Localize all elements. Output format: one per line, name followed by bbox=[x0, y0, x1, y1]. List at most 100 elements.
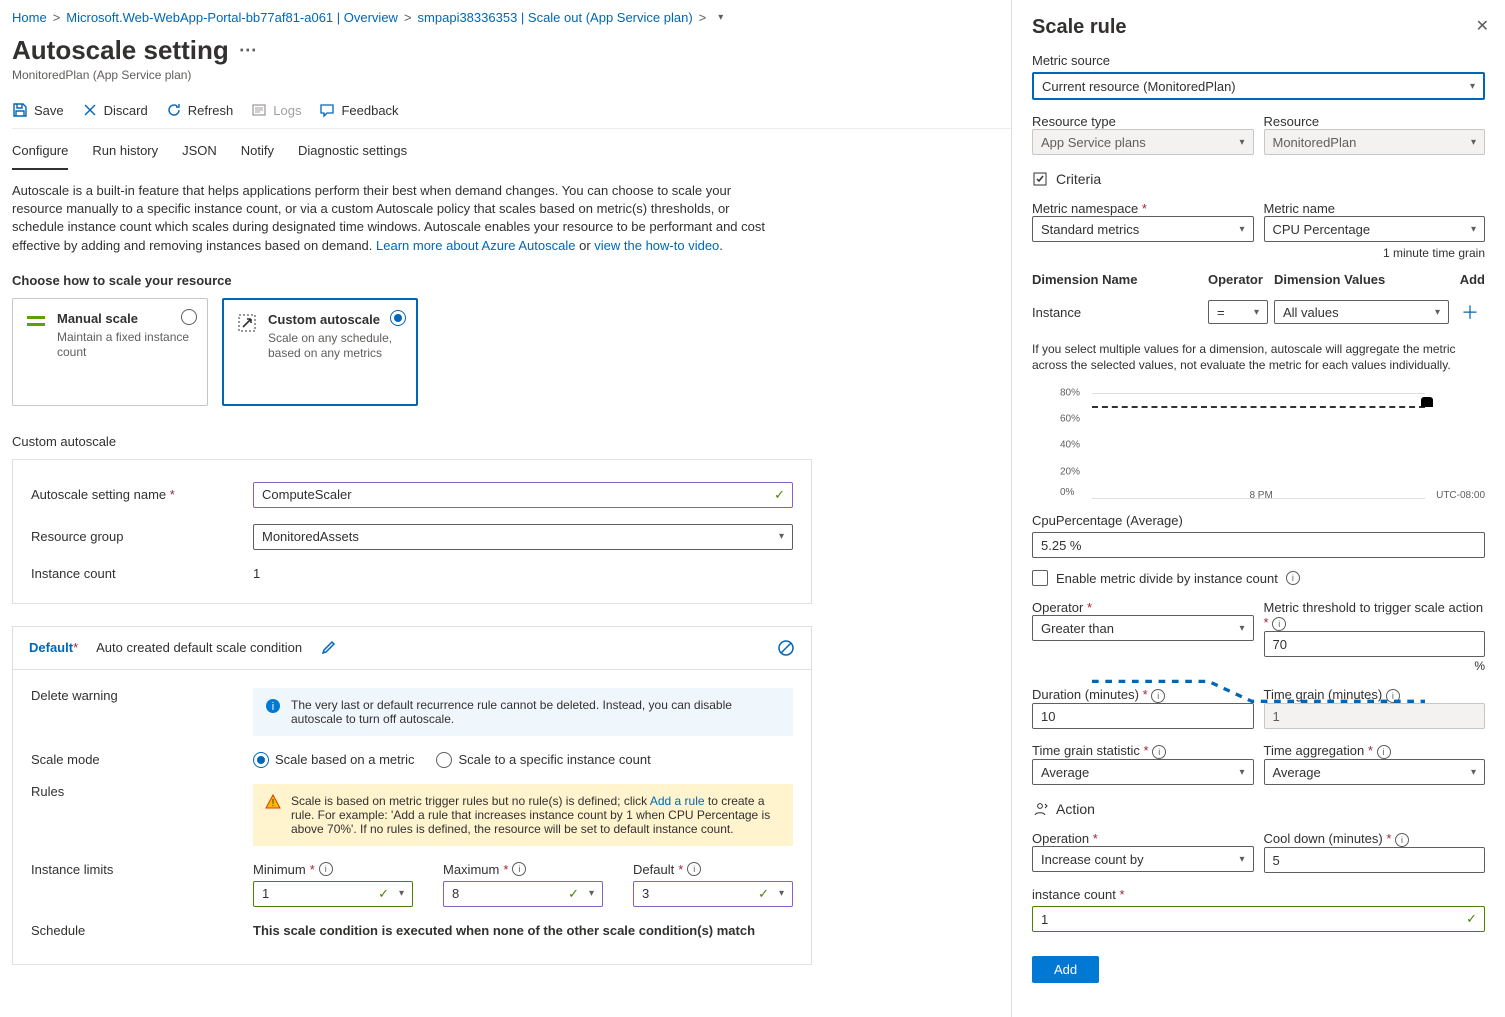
resource-select: MonitoredPlan▾ bbox=[1264, 129, 1486, 155]
metric-source-label: Metric source bbox=[1032, 53, 1485, 68]
refresh-icon bbox=[166, 102, 182, 118]
autoscale-name-label: Autoscale setting name bbox=[31, 487, 166, 502]
default-input[interactable]: 3▾ bbox=[633, 881, 793, 907]
add-dimension-button[interactable]: ＋ bbox=[1455, 299, 1485, 325]
tgs-info-icon[interactable]: i bbox=[1152, 745, 1166, 759]
valid-check-icon: ✓ bbox=[1466, 911, 1477, 927]
logs-button: Logs bbox=[251, 102, 301, 118]
custom-autoscale-radio[interactable] bbox=[390, 310, 406, 326]
info-icon: i bbox=[265, 698, 281, 714]
action-icon bbox=[1032, 801, 1048, 817]
scale-mode-count-radio[interactable]: Scale to a specific instance count bbox=[436, 752, 650, 768]
time-aggregation-select[interactable]: Average▾ bbox=[1264, 759, 1486, 785]
dimension-note: If you select multiple values for a dime… bbox=[1032, 341, 1485, 373]
tab-notify[interactable]: Notify bbox=[241, 139, 274, 170]
chevron-down-icon: ▾ bbox=[779, 531, 784, 542]
instance-count-label: Instance count bbox=[31, 566, 253, 581]
cooldown-info-icon[interactable]: i bbox=[1395, 833, 1409, 847]
disable-condition-icon[interactable] bbox=[777, 639, 795, 657]
dim-operator-header: Operator bbox=[1208, 272, 1268, 287]
resource-type-label: Resource type bbox=[1032, 114, 1116, 129]
more-actions-icon[interactable]: ⋯ bbox=[239, 40, 257, 61]
min-input[interactable]: 1▾ bbox=[253, 881, 413, 907]
autoscale-description: Autoscale is a built-in feature that hel… bbox=[12, 170, 772, 263]
ta-info-icon[interactable]: i bbox=[1377, 745, 1391, 759]
resource-label: Resource bbox=[1264, 114, 1320, 129]
autoscale-name-input[interactable] bbox=[253, 482, 793, 508]
tab-run-history[interactable]: Run history bbox=[92, 139, 158, 170]
breadcrumb-item-1[interactable]: Microsoft.Web-WebApp-Portal-bb77af81-a06… bbox=[66, 10, 398, 25]
resource-group-select[interactable]: MonitoredAssets▾ bbox=[253, 524, 793, 550]
metric-name-select[interactable]: CPU Percentage▾ bbox=[1264, 216, 1486, 242]
breadcrumb: Home> Microsoft.Web-WebApp-Portal-bb77af… bbox=[12, 10, 1011, 25]
page-subtitle: MonitoredPlan (App Service plan) bbox=[12, 68, 1011, 82]
custom-heading: Custom autoscale bbox=[12, 406, 1011, 459]
logs-icon bbox=[251, 102, 267, 118]
instance-count-input[interactable] bbox=[1032, 906, 1485, 932]
enable-divide-checkbox[interactable] bbox=[1032, 570, 1048, 586]
tab-diagnostic[interactable]: Diagnostic settings bbox=[298, 139, 407, 170]
manual-scale-card[interactable]: Manual scale Maintain a fixed instance c… bbox=[12, 298, 208, 406]
warning-icon: ! bbox=[265, 794, 281, 810]
tab-configure[interactable]: Configure bbox=[12, 139, 68, 170]
discard-button[interactable]: Discard bbox=[82, 102, 148, 118]
custom-autoscale-desc: Scale on any schedule, based on any metr… bbox=[268, 331, 404, 362]
manual-scale-title: Manual scale bbox=[57, 311, 195, 326]
valid-check-icon: ✓ bbox=[568, 886, 579, 902]
metric-source-select[interactable]: Current resource (MonitoredPlan)▾ bbox=[1032, 72, 1485, 100]
scale-mode-metric-radio[interactable]: Scale based on a metric bbox=[253, 752, 414, 768]
time-grain-hint: 1 minute time grain bbox=[1032, 246, 1485, 260]
dim-values-header: Dimension Values bbox=[1274, 272, 1449, 287]
dim-add-header: Add bbox=[1455, 272, 1485, 287]
scale-options: Manual scale Maintain a fixed instance c… bbox=[12, 298, 1011, 406]
instance-limits-label: Instance limits bbox=[31, 862, 253, 877]
breadcrumb-home[interactable]: Home bbox=[12, 10, 47, 25]
learn-more-link[interactable]: Learn more about Azure Autoscale bbox=[376, 238, 575, 253]
howto-video-link[interactable]: view the how-to video bbox=[594, 238, 719, 253]
default-info-icon[interactable]: i bbox=[687, 862, 701, 876]
close-panel-icon[interactable]: ✕ bbox=[1476, 16, 1489, 36]
refresh-button[interactable]: Refresh bbox=[166, 102, 234, 118]
feedback-icon bbox=[319, 102, 335, 118]
min-info-icon[interactable]: i bbox=[319, 862, 333, 876]
breadcrumb-overflow-icon[interactable]: ▾ bbox=[718, 12, 723, 23]
resource-type-select: App Service plans▾ bbox=[1032, 129, 1254, 155]
manual-scale-radio[interactable] bbox=[181, 309, 197, 325]
time-grain-statistic-select[interactable]: Average▾ bbox=[1032, 759, 1254, 785]
valid-check-icon: ✓ bbox=[758, 886, 769, 902]
dim-name-header: Dimension Name bbox=[1032, 272, 1202, 287]
edit-condition-icon[interactable] bbox=[320, 640, 336, 656]
custom-autoscale-title: Custom autoscale bbox=[268, 312, 404, 327]
max-info-icon[interactable]: i bbox=[512, 862, 526, 876]
default-condition: Default* Auto created default scale cond… bbox=[12, 626, 812, 965]
criteria-icon bbox=[1032, 171, 1048, 187]
rules-label: Rules bbox=[31, 784, 253, 799]
chart-timezone: UTC-08:00 bbox=[1436, 490, 1485, 501]
max-input[interactable]: 8▾ bbox=[443, 881, 603, 907]
chart-x-tick: 8 PM bbox=[1249, 490, 1272, 501]
add-rule-button[interactable]: Add bbox=[1032, 956, 1099, 983]
condition-name[interactable]: Default bbox=[29, 640, 73, 655]
metric-namespace-select[interactable]: Standard metrics▾ bbox=[1032, 216, 1254, 242]
dimension-table: Dimension Name Operator Dimension Values… bbox=[1032, 266, 1485, 331]
add-rule-link[interactable]: Add a rule bbox=[650, 794, 705, 808]
valid-check-icon: ✓ bbox=[378, 886, 389, 902]
tab-json[interactable]: JSON bbox=[182, 139, 217, 170]
tab-bar: Configure Run history JSON Notify Diagno… bbox=[12, 129, 1011, 170]
cooldown-input[interactable] bbox=[1264, 847, 1486, 873]
scale-choice-heading: Choose how to scale your resource bbox=[12, 263, 1011, 298]
feedback-button[interactable]: Feedback bbox=[319, 102, 398, 118]
valid-check-icon: ✓ bbox=[774, 487, 785, 503]
save-button[interactable]: Save bbox=[12, 102, 64, 118]
dim-values-select[interactable]: All values▾ bbox=[1274, 300, 1449, 324]
dim-name-cell: Instance bbox=[1032, 305, 1202, 320]
main-content: Home> Microsoft.Web-WebApp-Portal-bb77af… bbox=[0, 0, 1011, 1017]
breadcrumb-item-2[interactable]: smpapi38336353 | Scale out (App Service … bbox=[418, 10, 693, 25]
svg-text:i: i bbox=[272, 701, 274, 713]
manual-scale-desc: Maintain a fixed instance count bbox=[57, 330, 195, 361]
custom-autoscale-card[interactable]: Custom autoscale Scale on any schedule, … bbox=[222, 298, 418, 406]
dim-operator-select[interactable]: =▾ bbox=[1208, 300, 1268, 324]
svg-text:!: ! bbox=[272, 798, 275, 809]
custom-form: Autoscale setting name * ✓ Resource grou… bbox=[12, 459, 812, 604]
operation-select[interactable]: Increase count by▾ bbox=[1032, 846, 1254, 872]
